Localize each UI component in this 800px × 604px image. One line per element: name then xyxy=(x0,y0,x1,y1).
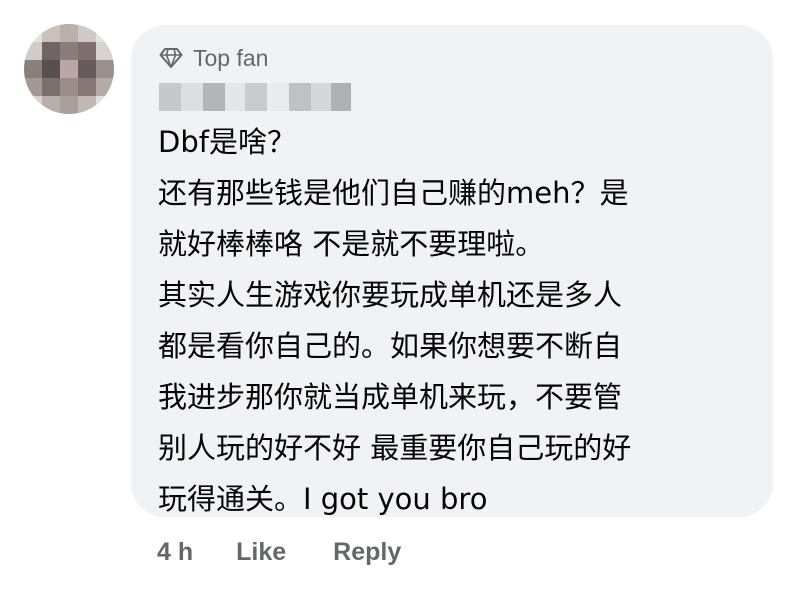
top-fan-badge: Top fan xyxy=(159,43,268,73)
author-name[interactable] xyxy=(159,83,351,111)
timestamp[interactable]: 4 h xyxy=(157,538,193,567)
avatar[interactable] xyxy=(24,24,114,114)
comment-bubble: Top fan Dbf是啥？ 还有那些钱是他们自己赚的meh？是 就好棒棒咯 不… xyxy=(131,25,773,517)
top-fan-label: Top fan xyxy=(193,44,269,71)
diamond-icon xyxy=(159,48,183,68)
like-button[interactable]: Like xyxy=(236,538,286,567)
comment-line: 别人玩的好不好 最重要你自己玩的好 xyxy=(158,431,632,465)
comment-line: 玩得通关。I got you bro xyxy=(158,482,488,516)
comment-line: 就好棒棒咯 不是就不要理啦。 xyxy=(158,227,545,261)
comment-actions: 4 h Like Reply xyxy=(157,532,401,572)
comment-line: 还有那些钱是他们自己赚的meh？是 xyxy=(158,176,629,210)
comment-line: Dbf是啥？ xyxy=(158,125,296,159)
reply-button[interactable]: Reply xyxy=(333,538,401,567)
comment-line: 我进步那你就当成单机来玩，不要管 xyxy=(158,380,623,414)
comment-line: 其实人生游戏你要玩成单机还是多人 xyxy=(158,278,623,312)
comment-line: 都是看你自己的。如果你想要不断自 xyxy=(158,329,623,363)
comment-text: Dbf是啥？ 还有那些钱是他们自己赚的meh？是 就好棒棒咯 不是就不要理啦。 … xyxy=(158,117,758,525)
